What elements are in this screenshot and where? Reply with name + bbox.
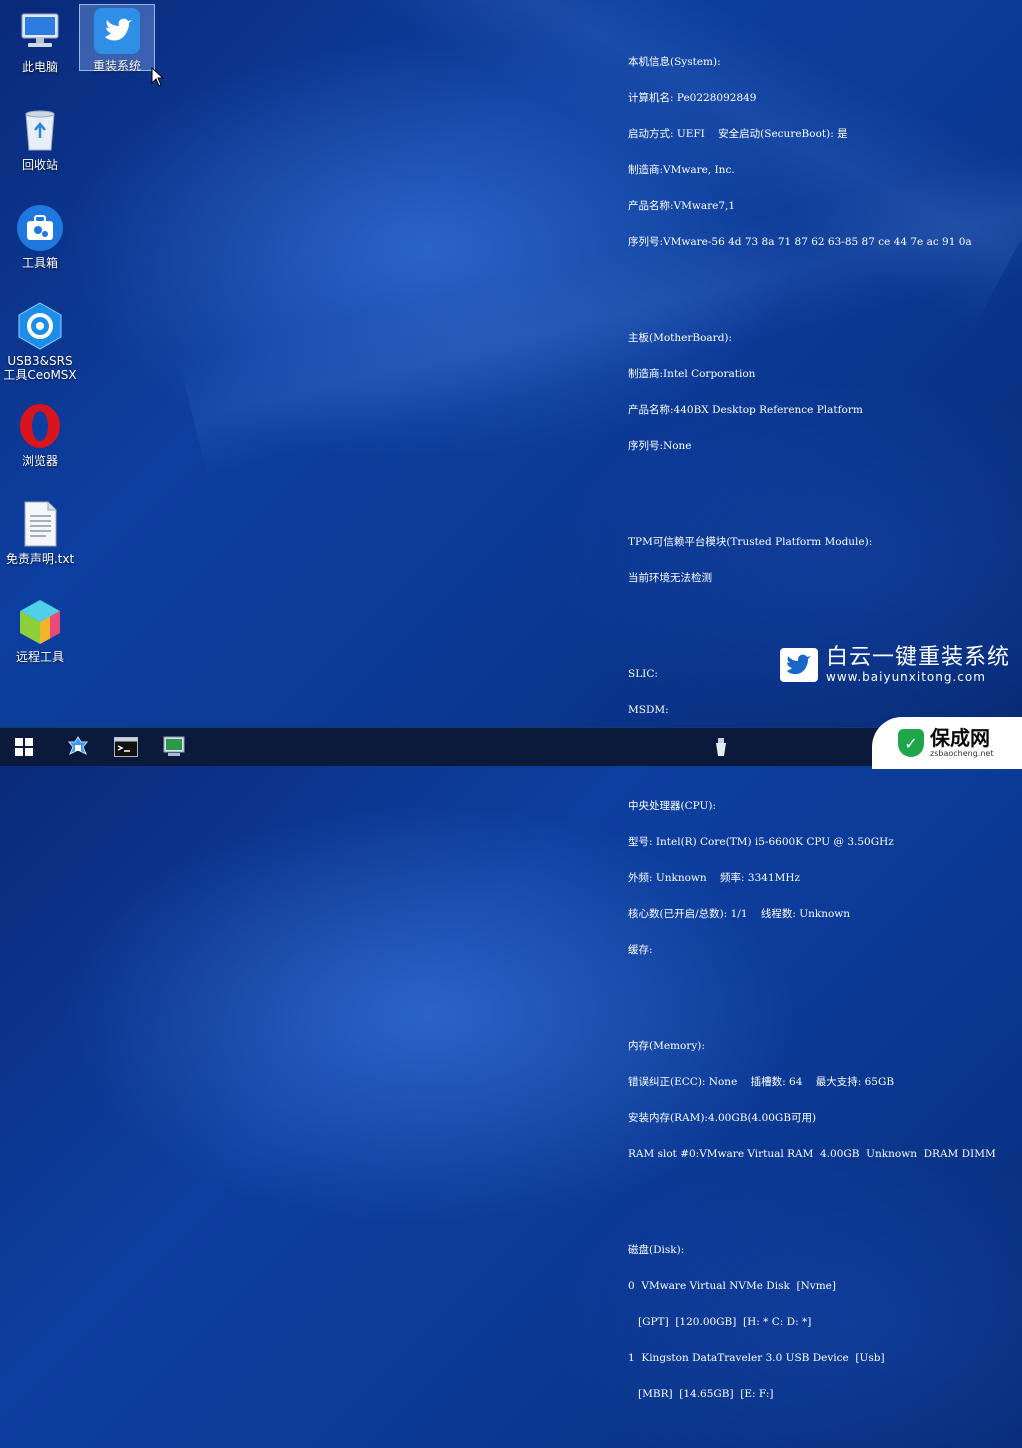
tpm-info-section: TPM可信赖平台模块(Trusted Platform Module): 当前环… xyxy=(628,512,996,608)
shield-check-icon: ✓ xyxy=(898,729,924,757)
desktop-icon-toolbox[interactable]: 工具箱 xyxy=(2,204,78,270)
desktop-icon-label: 工具箱 xyxy=(21,256,58,270)
info-line: 错误纠正(ECC): None 插槽数: 64 最大支持: 65GB xyxy=(628,1076,895,1088)
usb-tray-button[interactable] xyxy=(706,728,736,766)
info-line: 计算机名: Pe0228092849 xyxy=(628,92,757,104)
info-line: 中央处理器(CPU): xyxy=(628,800,716,812)
taskbar-network-tool-button[interactable] xyxy=(56,728,100,766)
recycle-bin-icon xyxy=(16,106,64,154)
watermark-name: 保成网 xyxy=(930,726,990,750)
text-file-icon xyxy=(16,500,64,548)
info-line: 1 Kingston DataTraveler 3.0 USB Device [… xyxy=(628,1352,885,1364)
computer-icon xyxy=(16,8,64,56)
desktop-icon-label: 回收站 xyxy=(21,158,58,172)
taskbar xyxy=(0,727,1022,766)
info-line: 内存(Memory): xyxy=(628,1040,705,1052)
brand-name: 白云一键重装系统 xyxy=(826,645,1011,670)
info-line: 缓存: xyxy=(628,944,653,956)
cpu-info-section: 中央处理器(CPU): 型号: Intel(R) Core(TM) i5-660… xyxy=(628,776,996,980)
info-line: [MBR] [14.65GB] [E: F:] xyxy=(628,1388,774,1400)
desktop-icon-label: 免责声明.txt xyxy=(5,552,75,566)
desktop-icon-browser[interactable]: 浏览器 xyxy=(2,402,78,468)
info-line: 制造商:VMware, Inc. xyxy=(628,164,735,176)
info-line: 磁盘(Disk): xyxy=(628,1244,685,1256)
desktop-icon-reinstall-system[interactable]: 重装系统 xyxy=(79,4,155,73)
usb-drive-icon xyxy=(716,738,726,756)
info-line: 产品名称:440BX Desktop Reference Platform xyxy=(628,404,863,416)
site-watermark: ✓ 保成网 zsbaocheng.net xyxy=(872,717,1022,769)
desktop-icon-label: 浏览器 xyxy=(21,454,58,468)
desktop-icon-label: 重装系统 xyxy=(92,59,141,73)
bird-logo-icon xyxy=(780,648,818,682)
desktop-icon-label: 远程工具 xyxy=(15,650,64,664)
watermark-url: zsbaocheng.net xyxy=(930,749,994,758)
desktop-icon-disclaimer-txt[interactable]: 免责声明.txt xyxy=(0,500,80,566)
desktop-icon-label: USB3&SRS 工具CeoMSX xyxy=(3,354,77,382)
toolbox-icon xyxy=(16,204,64,252)
info-line: 启动方式: UEFI 安全启动(SecureBoot): 是 xyxy=(628,128,848,140)
info-line: [GPT] [120.00GB] [H: * C: D: *] xyxy=(628,1316,812,1328)
remote-tool-cube-icon xyxy=(16,598,64,646)
info-line: 序列号:None xyxy=(628,440,692,452)
info-line: 产品名称:VMware7,1 xyxy=(628,200,736,212)
info-line: 核心数(已开启/总数): 1/1 线程数: Unknown xyxy=(628,908,851,920)
info-line: 0 VMware Virtual NVMe Disk [Nvme] xyxy=(628,1280,836,1292)
info-line: MSDM: xyxy=(628,704,669,716)
info-line: 安装内存(RAM):4.00GB(4.00GB可用) xyxy=(628,1112,817,1124)
mouse-cursor-icon xyxy=(151,66,165,91)
desktop-icon-this-pc[interactable]: 此电脑 xyxy=(2,8,78,74)
opera-browser-icon xyxy=(16,402,64,450)
desktop-icon-usb-tool[interactable]: USB3&SRS 工具CeoMSX xyxy=(0,302,80,382)
bird-icon xyxy=(93,7,141,55)
info-line: 当前环境无法检测 xyxy=(628,572,712,584)
system-info-section: 本机信息(System): 计算机名: Pe0228092849 启动方式: U… xyxy=(628,32,996,272)
taskbar-cmd-button[interactable] xyxy=(104,728,148,766)
info-line: 序列号:VMware-56 4d 73 8a 71 87 62 63-85 87… xyxy=(628,236,972,248)
info-line: 制造商:Intel Corporation xyxy=(628,368,756,380)
info-line: RAM slot #0:VMware Virtual RAM 4.00GB Un… xyxy=(628,1148,996,1160)
info-line: 本机信息(System): xyxy=(628,56,721,68)
disk-info-section: 磁盘(Disk): 0 VMware Virtual NVMe Disk [Nv… xyxy=(628,1220,996,1424)
desktop-icon-remote-tool[interactable]: 远程工具 xyxy=(2,598,78,664)
ceomsx-icon xyxy=(16,302,64,350)
memory-info-section: 内存(Memory): 错误纠正(ECC): None 插槽数: 64 最大支持… xyxy=(628,1016,996,1184)
desktop-icon-recycle-bin[interactable]: 回收站 xyxy=(2,106,78,172)
brand-url: www.baiyunxitong.com xyxy=(826,670,986,684)
info-line: TPM可信赖平台模块(Trusted Platform Module): xyxy=(628,536,873,548)
info-line: 外频: Unknown 频率: 3341MHz xyxy=(628,872,801,884)
network-tool-icon xyxy=(67,736,89,756)
motherboard-info-section: 主板(MotherBoard): 制造商:Intel Corporation 产… xyxy=(628,308,996,476)
desktop-icon-label: 此电脑 xyxy=(21,60,58,74)
taskbar-explorer-button[interactable] xyxy=(152,728,196,766)
monitor-tool-icon xyxy=(163,736,185,756)
command-prompt-icon xyxy=(114,737,138,757)
info-line: 主板(MotherBoard): xyxy=(628,332,733,344)
brand-logo: 白云一键重装系统 www.baiyunxitong.com xyxy=(780,646,1010,684)
info-line: 型号: Intel(R) Core(TM) i5-6600K CPU @ 3.5… xyxy=(628,836,894,848)
windows-logo-icon xyxy=(15,738,33,756)
start-button[interactable] xyxy=(2,728,46,766)
